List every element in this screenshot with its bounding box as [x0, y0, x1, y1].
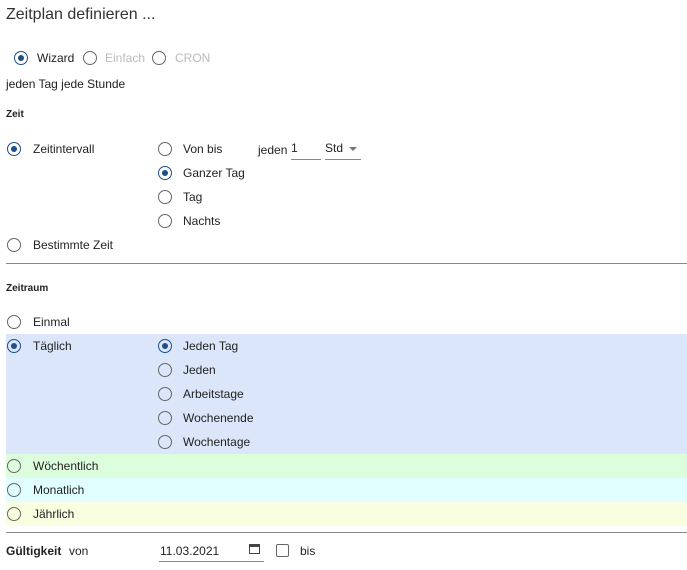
taeglich-label: Täglich — [33, 339, 72, 353]
nachts-label: Nachts — [183, 214, 221, 228]
divider — [6, 532, 687, 533]
tag-label: Tag — [183, 190, 203, 204]
jeden-label: jeden — [258, 143, 288, 157]
monthly-section — [6, 478, 687, 502]
von-label: von — [69, 544, 89, 558]
taeglich-radio[interactable] — [7, 339, 21, 353]
daily-section — [6, 334, 687, 454]
woechentlich-radio[interactable] — [7, 459, 21, 473]
mode-wizard-label: Wizard — [37, 51, 75, 65]
schedule-summary: jeden Tag jede Stunde — [6, 77, 126, 91]
bis-label: bis — [300, 544, 316, 558]
arbeitstage-radio[interactable] — [158, 387, 172, 401]
ganzer-tag-label: Ganzer Tag — [183, 166, 245, 180]
von-bis-label: Von bis — [183, 142, 223, 156]
tag-radio[interactable] — [158, 190, 172, 204]
unit-select[interactable]: Std — [325, 141, 361, 160]
einmal-label: Einmal — [33, 315, 70, 329]
von-bis-radio[interactable] — [158, 142, 172, 156]
gueltigkeit-label: Gültigkeit — [6, 544, 62, 558]
jeden-radio[interactable] — [158, 363, 172, 377]
bestimmte-zeit-radio[interactable] — [7, 238, 21, 252]
jaehrlich-radio[interactable] — [7, 507, 21, 521]
jeden-tag-label: Jeden Tag — [183, 339, 239, 353]
nachts-radio[interactable] — [158, 214, 172, 228]
wochentage-radio[interactable] — [158, 435, 172, 449]
bis-checkbox[interactable] — [276, 544, 289, 557]
mode-wizard-radio[interactable] — [14, 51, 28, 65]
arbeitstage-label: Arbeitstage — [183, 387, 244, 401]
interval-input[interactable]: 1 — [291, 141, 321, 160]
jaehrlich-label: Jährlich — [33, 507, 75, 521]
monatlich-label: Monatlich — [33, 483, 85, 497]
start-date-value: 11.03.2021 — [160, 544, 220, 558]
jeden-option-label: Jeden — [183, 363, 216, 377]
calendar-icon[interactable] — [249, 544, 260, 554]
mode-einfach-label: Einfach — [105, 51, 146, 65]
wochenende-label: Wochenende — [183, 411, 254, 425]
page-title: Zeitplan definieren ... — [6, 6, 156, 23]
unit-value: Std — [325, 141, 344, 155]
monatlich-radio[interactable] — [7, 483, 21, 497]
zeitraum-heading: Zeitraum — [6, 283, 49, 294]
ganzer-tag-radio[interactable] — [158, 166, 172, 180]
zeit-heading: Zeit — [6, 109, 24, 120]
mode-einfach-radio[interactable] — [83, 51, 97, 65]
mode-cron-label: CRON — [175, 51, 211, 65]
wochentage-label: Wochentage — [183, 435, 251, 449]
woechentlich-label: Wöchentlich — [33, 459, 99, 473]
chevron-down-icon — [349, 147, 357, 155]
start-date-input[interactable]: 11.03.2021 — [159, 541, 264, 562]
zeitintervall-radio[interactable] — [7, 142, 21, 156]
yearly-section — [6, 502, 687, 526]
einmal-radio[interactable] — [7, 315, 21, 329]
jeden-tag-radio[interactable] — [158, 339, 172, 353]
mode-cron-radio[interactable] — [152, 51, 166, 65]
bestimmte-zeit-label: Bestimmte Zeit — [33, 238, 114, 252]
weekly-section — [6, 454, 687, 478]
wochenende-radio[interactable] — [158, 411, 172, 425]
zeitintervall-label: Zeitintervall — [33, 142, 95, 156]
divider — [6, 263, 687, 264]
